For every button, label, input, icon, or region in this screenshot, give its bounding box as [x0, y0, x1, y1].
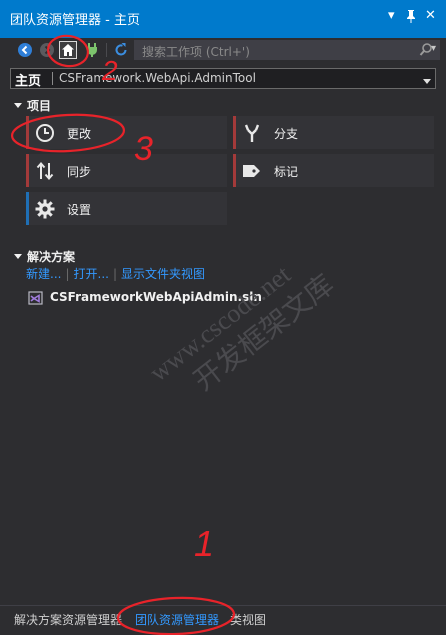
tile-accent	[26, 154, 29, 187]
branch-icon	[241, 122, 263, 144]
title-bar: 团队资源管理器 - 主页 ▾ ✕	[0, 0, 446, 38]
tile-label: 标记	[274, 165, 299, 179]
search-dropdown-icon[interactable]: ▾	[431, 43, 436, 54]
solutions-section-header[interactable]: 解决方案	[14, 248, 75, 265]
page-bar-separator	[52, 72, 53, 85]
annotation-label-1: 1	[194, 523, 214, 564]
window-title: 团队资源管理器 - 主页	[10, 13, 140, 28]
solution-file-name: CSFrameworkWebApiAdmin.sln	[50, 290, 262, 304]
search-placeholder: 搜索工作项 (Ctrl+')	[142, 45, 250, 59]
tag-icon	[241, 160, 263, 182]
tile-label: 更改	[67, 127, 92, 141]
new-solution-link[interactable]: 新建...	[26, 267, 61, 281]
search-input[interactable]: 搜索工作项 (Ctrl+')	[134, 40, 440, 60]
back-arrow-icon[interactable]	[16, 41, 34, 59]
collapse-triangle-icon	[14, 254, 22, 259]
collapse-triangle-icon	[14, 103, 22, 108]
tile-branches[interactable]: 分支	[233, 116, 434, 149]
link-separator: |	[65, 267, 70, 281]
tile-settings[interactable]: 设置	[26, 192, 227, 225]
tile-label: 同步	[67, 165, 92, 179]
tab-class-view[interactable]: 类视图	[230, 610, 266, 630]
sync-arrows-icon	[34, 160, 56, 182]
tile-accent	[26, 116, 29, 149]
link-separator: |	[112, 267, 117, 281]
tile-label: 设置	[67, 203, 92, 217]
solution-links: 新建... | 打开... | 显示文件夹视图	[26, 265, 205, 282]
project-context: CSFramework.WebApi.AdminTool	[59, 71, 256, 85]
toolbar-separator	[106, 43, 107, 57]
tile-changes[interactable]: 更改	[26, 116, 227, 149]
pin-icon[interactable]	[405, 9, 417, 27]
tile-sync[interactable]: 同步	[26, 154, 227, 187]
plug-icon[interactable]	[83, 41, 101, 59]
forward-arrow-icon[interactable]	[38, 41, 56, 59]
page-selector[interactable]: 主页 CSFramework.WebApi.AdminTool	[10, 68, 436, 89]
tile-accent	[233, 154, 236, 187]
toolbar: 搜索工作项 (Ctrl+') ▾	[0, 38, 446, 63]
tile-accent	[233, 116, 236, 149]
tile-tags[interactable]: 标记	[233, 154, 434, 187]
watermark-line: 开发框架文库	[188, 269, 340, 398]
chevron-down-icon[interactable]	[423, 74, 431, 88]
window-menu-dropdown-icon[interactable]: ▾	[388, 9, 395, 23]
visual-studio-solution-icon	[28, 291, 44, 309]
refresh-icon[interactable]	[112, 41, 130, 59]
tab-team-explorer[interactable]: 团队资源管理器	[135, 610, 219, 630]
tile-accent	[26, 192, 29, 225]
close-icon[interactable]: ✕	[425, 9, 436, 23]
project-section-header[interactable]: 项目	[14, 97, 51, 114]
solutions-section-title: 解决方案	[27, 250, 76, 264]
page-title: 主页	[15, 74, 42, 89]
annotation-overlay: 1 2 3	[10, 34, 236, 635]
tab-solution-explorer[interactable]: 解决方案资源管理器	[14, 610, 122, 630]
open-solution-link[interactable]: 打开...	[74, 267, 109, 281]
clock-icon	[34, 122, 56, 144]
bottom-tab-bar: 解决方案资源管理器 团队资源管理器 类视图	[0, 605, 446, 635]
project-section-title: 项目	[27, 99, 52, 113]
tile-label: 分支	[274, 127, 299, 141]
gear-icon	[34, 198, 56, 220]
home-icon[interactable]	[59, 41, 77, 59]
show-folder-view-link[interactable]: 显示文件夹视图	[121, 267, 205, 281]
